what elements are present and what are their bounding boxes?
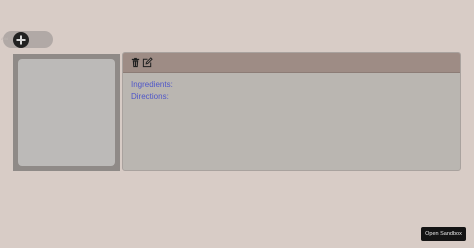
edit-icon[interactable] (142, 57, 153, 68)
recipe-card: Ingredients: Directions: (122, 52, 461, 171)
recipe-thumbnail-card (13, 54, 120, 171)
recipe-card-header (123, 53, 460, 73)
recipe-image-placeholder (18, 59, 115, 166)
recipe-page: Add Ingredients: Directions: Open Sandbo… (0, 0, 474, 248)
add-recipe-button[interactable]: Add (1, 31, 53, 48)
directions-label: Directions: (131, 92, 169, 101)
trash-icon[interactable] (130, 57, 141, 68)
ingredients-label: Ingredients: (131, 80, 173, 89)
plus-circle-icon (13, 31, 29, 48)
add-recipe-label: Add (1, 36, 9, 41)
open-sandbox-button[interactable]: Open Sandbox (421, 227, 466, 241)
